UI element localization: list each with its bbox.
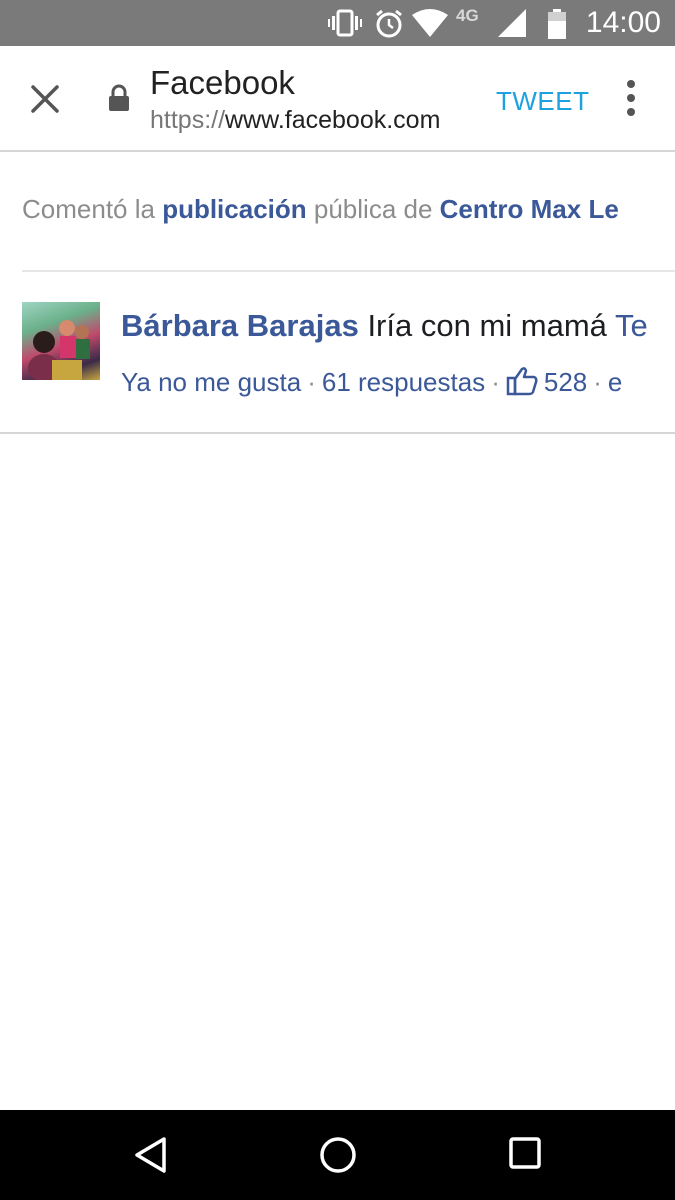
page-url: https://www.facebook.com bbox=[150, 106, 440, 135]
url-scheme: https:// bbox=[150, 106, 226, 134]
divider bbox=[22, 270, 675, 272]
url-host: www.facebook.com bbox=[225, 106, 441, 134]
comment-meta-overflow: e bbox=[607, 367, 623, 397]
custom-tab-toolbar: Facebook https://www.facebook.com TWEET bbox=[0, 46, 675, 152]
clock: 14:00 bbox=[585, 6, 661, 39]
back-icon[interactable] bbox=[133, 1136, 167, 1174]
unlike-link[interactable]: Ya no me gusta bbox=[121, 367, 301, 397]
avatar-photo bbox=[28, 320, 90, 380]
activity-middle: pública de bbox=[306, 194, 440, 224]
comment-overflow[interactable]: Te bbox=[615, 308, 648, 343]
comment-text: Bárbara Barajas Iría con mi mamá Te bbox=[121, 308, 648, 344]
wifi-icon bbox=[412, 9, 448, 37]
post-link[interactable]: publicación bbox=[162, 194, 306, 224]
alarm-icon bbox=[376, 9, 402, 38]
close-icon[interactable] bbox=[28, 82, 62, 116]
page-link[interactable]: Centro Max Le bbox=[440, 194, 619, 224]
separator: · bbox=[491, 367, 500, 397]
network-type: 4G bbox=[456, 6, 479, 25]
comment-item: Bárbara Barajas Iría con mi mamá Te Ya n… bbox=[0, 300, 675, 430]
replies-link[interactable]: 61 respuestas bbox=[322, 367, 485, 397]
comment-actions: Ya no me gusta · 61 respuestas · 528 · e bbox=[121, 366, 622, 398]
separator: · bbox=[593, 367, 602, 397]
status-bar: 4G 14:00 bbox=[0, 0, 675, 46]
divider bbox=[0, 432, 675, 434]
page-title: Facebook bbox=[150, 64, 295, 101]
thumbs-up-icon bbox=[506, 367, 538, 396]
comment-author[interactable]: Bárbara Barajas bbox=[121, 308, 359, 343]
more-options-icon[interactable] bbox=[620, 80, 642, 118]
battery-icon bbox=[548, 9, 566, 39]
tweet-button[interactable]: TWEET bbox=[496, 86, 590, 117]
like-count[interactable]: 528 bbox=[544, 367, 587, 397]
system-nav-bar bbox=[0, 1110, 675, 1200]
comment-body: Iría con mi mamá bbox=[358, 308, 615, 343]
recents-icon[interactable] bbox=[508, 1136, 542, 1172]
activity-prefix: Comentó la bbox=[22, 194, 163, 224]
home-icon[interactable] bbox=[319, 1136, 357, 1174]
separator: · bbox=[307, 367, 316, 397]
avatar[interactable] bbox=[22, 302, 100, 380]
activity-header: Comentó la publicación pública de Centro… bbox=[22, 194, 619, 225]
signal-icon bbox=[498, 9, 526, 37]
lock-icon bbox=[109, 84, 129, 111]
vibrate-icon bbox=[328, 9, 362, 37]
